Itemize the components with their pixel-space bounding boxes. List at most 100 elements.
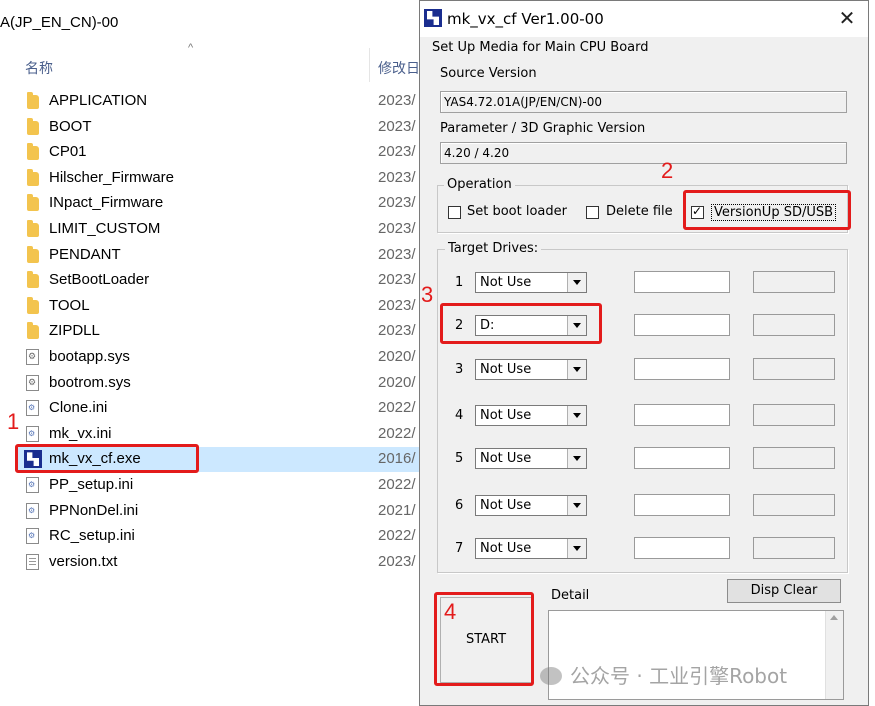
delete-file-label[interactable]: Delete file: [606, 204, 673, 219]
drive-select-value: Not Use: [480, 362, 532, 377]
file-row[interactable]: ZIPDLL 2023/: [16, 319, 420, 344]
settings-file-icon: [26, 502, 39, 519]
drive-info-field[interactable]: [634, 447, 730, 469]
highlight-box-step2: [683, 190, 851, 230]
column-divider[interactable]: [369, 48, 370, 82]
file-name: LIMIT_CUSTOM: [49, 220, 161, 237]
folder-icon: [27, 92, 39, 109]
file-date: 2022/: [378, 399, 416, 417]
drive-info-field[interactable]: [634, 537, 730, 559]
watermark-text: 公众号 · 工业引擎Robot: [570, 664, 788, 688]
folder-icon: [27, 245, 39, 263]
folder-icon: [27, 168, 39, 186]
chevron-down-icon[interactable]: [567, 406, 586, 425]
drive-select[interactable]: Not Use: [475, 448, 587, 469]
drive-number: 1: [455, 275, 464, 290]
file-name: CP01: [49, 143, 87, 161]
watermark: 公众号 · 工业引擎Robot: [540, 660, 787, 689]
drive-select-value: Not Use: [480, 451, 532, 466]
file-row[interactable]: version.txt 2023/: [16, 550, 420, 575]
file-name: mk_vx.ini: [49, 424, 112, 442]
drive-status-field: [753, 358, 835, 380]
scroll-up-icon[interactable]: [830, 615, 838, 620]
column-header-date[interactable]: 修改日: [378, 58, 420, 78]
drive-number: 7: [455, 541, 464, 556]
delete-file-checkbox[interactable]: [586, 206, 599, 219]
folder-icon: [27, 322, 39, 340]
file-date: 2023/: [378, 245, 416, 263]
file-row[interactable]: RC_setup.ini 2022/: [16, 524, 420, 549]
file-row[interactable]: bootapp.sys 2020/: [16, 345, 420, 370]
file-row[interactable]: TOOL 2023/: [16, 294, 420, 319]
drive-select[interactable]: Not Use: [475, 359, 587, 380]
file-row[interactable]: APPLICATION 2023/: [16, 89, 420, 114]
drive-select[interactable]: Not Use: [475, 495, 587, 516]
drive-number: 4: [455, 408, 464, 423]
drive-status-field: [753, 494, 835, 516]
drive-status-field: [753, 404, 835, 426]
detail-scrollbar[interactable]: [825, 611, 843, 699]
file-explorer: A(JP_EN_CN)-00 ^ 名称 修改日 APPLICATION 2023/…: [0, 0, 420, 706]
drive-info-field[interactable]: [634, 358, 730, 380]
step-number-1: 1: [7, 409, 20, 434]
chevron-down-icon[interactable]: [567, 273, 586, 292]
set-boot-loader-checkbox[interactable]: [448, 206, 461, 219]
operation-group-title: Operation: [444, 177, 515, 192]
file-row[interactable]: PPNonDel.ini 2021/: [16, 499, 420, 524]
file-name: BOOT: [49, 117, 92, 135]
parameter-version-label: Parameter / 3D Graphic Version: [440, 121, 646, 136]
target-drives-title: Target Drives:: [445, 241, 542, 256]
file-name: version.txt: [49, 552, 118, 570]
close-icon[interactable]: ✕: [834, 5, 860, 31]
chevron-down-icon[interactable]: [567, 449, 586, 468]
drive-info-field[interactable]: [634, 494, 730, 516]
drive-number: 6: [455, 498, 464, 513]
drive-info-field[interactable]: [634, 404, 730, 426]
settings-file-icon: [26, 425, 39, 442]
drive-number: 5: [455, 451, 464, 466]
parameter-version-field: 4.20 / 4.20: [440, 142, 847, 164]
file-name: RC_setup.ini: [49, 527, 135, 545]
drive-select[interactable]: Not Use: [475, 272, 587, 293]
title-bar[interactable]: mk_vx_cf Ver1.00-00 ✕: [420, 1, 868, 37]
drive-status-field: [753, 447, 835, 469]
system-file-icon: [26, 374, 39, 391]
file-row[interactable]: PP_setup.ini 2022/: [16, 473, 420, 498]
file-name: bootrom.sys: [49, 373, 131, 391]
drive-select[interactable]: Not Use: [475, 538, 587, 559]
folder-icon: [27, 117, 39, 135]
file-row[interactable]: bootrom.sys 2020/: [16, 371, 420, 396]
file-date: 2023/: [378, 271, 416, 289]
drive-info-field[interactable]: [634, 271, 730, 293]
file-row[interactable]: BOOT 2023/: [16, 115, 420, 140]
file-row[interactable]: PENDANT 2023/: [16, 243, 420, 268]
column-header-name[interactable]: 名称: [25, 58, 53, 78]
folder-icon: [27, 271, 39, 289]
disp-clear-button[interactable]: Disp Clear: [727, 579, 841, 603]
file-row[interactable]: INpact_Firmware 2023/: [16, 191, 420, 216]
step-number-4: 4: [444, 599, 457, 624]
file-row[interactable]: LIMIT_CUSTOM 2023/: [16, 217, 420, 242]
file-row[interactable]: Clone.ini 2022/: [16, 396, 420, 421]
drive-info-field[interactable]: [634, 314, 730, 336]
file-date: 2023/: [378, 552, 416, 570]
folder-icon: [27, 194, 39, 212]
chevron-down-icon[interactable]: [567, 496, 586, 515]
file-row[interactable]: SetBootLoader 2023/: [16, 268, 420, 293]
file-name: PENDANT: [49, 245, 121, 263]
highlight-box-step3: [440, 303, 602, 344]
file-date: 2020/: [378, 373, 416, 391]
sort-ascending-icon: ^: [188, 42, 194, 54]
chevron-down-icon[interactable]: [567, 360, 586, 379]
source-version-label: Source Version: [440, 66, 537, 81]
file-row[interactable]: Hilscher_Firmware 2023/: [16, 166, 420, 191]
drive-select[interactable]: Not Use: [475, 405, 587, 426]
file-row[interactable]: CP01 2023/: [16, 140, 420, 165]
set-boot-loader-label[interactable]: Set boot loader: [467, 204, 567, 219]
file-date: 2020/: [378, 348, 416, 365]
source-version-field: YAS4.72.01A(JP/EN/CN)-00: [440, 91, 847, 113]
file-name: INpact_Firmware: [49, 194, 164, 212]
chevron-down-icon[interactable]: [567, 539, 586, 558]
drive-select-value: Not Use: [480, 275, 532, 290]
settings-file-icon: [26, 528, 39, 545]
